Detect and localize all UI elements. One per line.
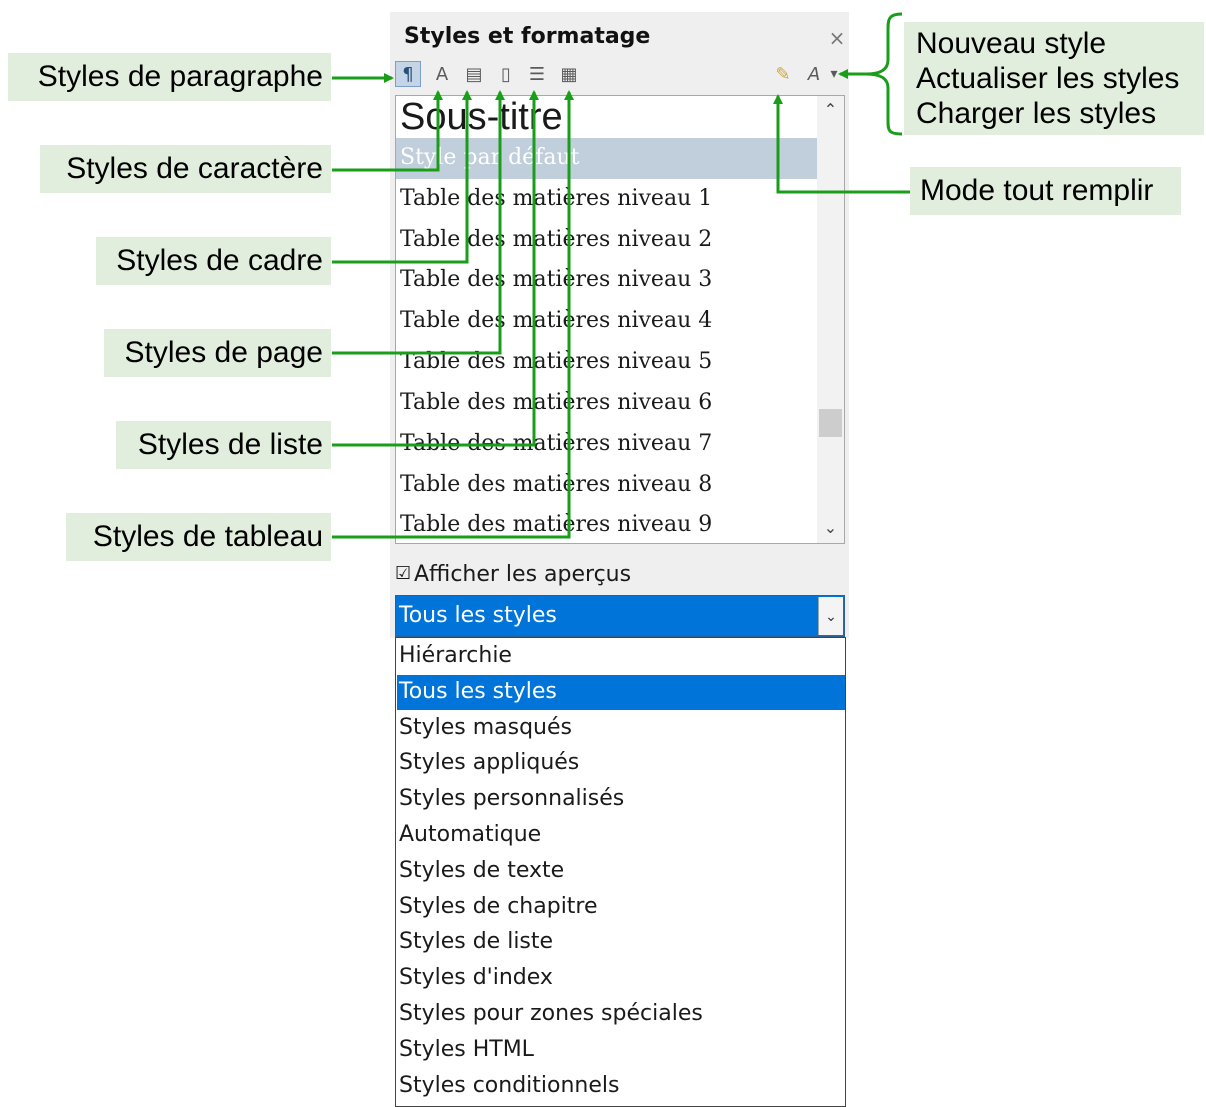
arrow-fill-mode bbox=[773, 94, 910, 194]
callout-load-styles: Charger les styles bbox=[916, 97, 1157, 130]
arrow-page bbox=[332, 90, 505, 355]
callout-fill-mode: Mode tout remplir bbox=[910, 167, 1181, 215]
callout-style-actions: Nouveau style Actualiser les styles Char… bbox=[904, 22, 1204, 135]
callout-table-styles: Styles de tableau bbox=[66, 513, 331, 561]
callout-update-styles: Actualiser les styles bbox=[916, 62, 1180, 95]
callout-list-styles: Styles de liste bbox=[116, 421, 331, 469]
arrow-character bbox=[332, 90, 443, 172]
callout-new-style: Nouveau style bbox=[916, 27, 1107, 60]
arrow-frame bbox=[332, 90, 472, 264]
callout-frame-styles: Styles de cadre bbox=[96, 237, 331, 285]
callout-page-styles: Styles de page bbox=[104, 329, 331, 377]
arrow-list bbox=[332, 90, 539, 447]
callout-character-styles: Styles de caractère bbox=[40, 145, 331, 193]
curly-brace bbox=[865, 12, 903, 136]
callout-paragraph-styles: Styles de paragraphe bbox=[8, 53, 331, 101]
annotated-screenshot: Styles et formatage × ¶ A ▤ ▯ ☰ ▦ ✎ A ▾ … bbox=[0, 0, 1206, 1107]
